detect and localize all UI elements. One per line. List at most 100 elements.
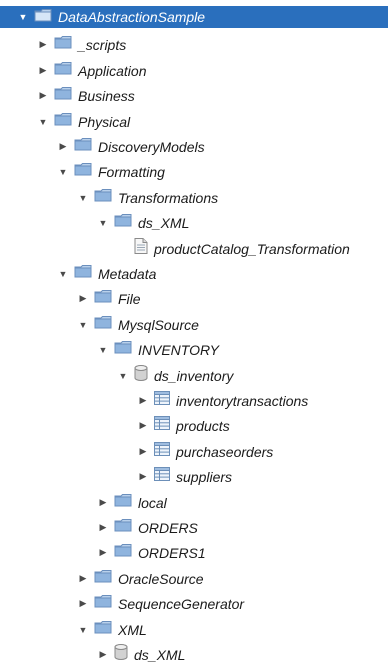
chevron-right-icon[interactable]: ▶ — [78, 293, 88, 304]
tree-node-label: Transformations — [118, 189, 219, 206]
database-icon — [134, 365, 148, 386]
folder-icon — [114, 340, 132, 359]
chevron-down-icon[interactable]: ▼ — [18, 12, 28, 22]
folder-icon — [74, 162, 92, 181]
chevron-down-icon[interactable]: ▼ — [58, 167, 68, 177]
tree-node[interactable]: ▶ local — [0, 490, 167, 515]
chevron-right-icon[interactable]: ▶ — [98, 649, 108, 660]
tree-node[interactable]: ▼ DataAbstractionSample — [0, 6, 388, 28]
folder-icon — [74, 137, 92, 156]
tree-node-label: INVENTORY — [138, 341, 219, 358]
tree-node-label: products — [176, 417, 230, 434]
chevron-down-icon[interactable]: ▼ — [78, 625, 88, 635]
database-icon — [114, 644, 128, 665]
folder-icon — [74, 264, 92, 283]
chevron-right-icon[interactable]: ▶ — [138, 471, 148, 482]
tree-node-label: inventorytransactions — [176, 392, 309, 409]
tree-node-label: ORDERS1 — [138, 544, 206, 561]
table-icon — [154, 442, 170, 461]
tree-node-label: XML — [118, 621, 147, 638]
tree-node[interactable]: ▼ ds_inventory — [0, 363, 233, 388]
chevron-right-icon[interactable]: ▶ — [98, 547, 108, 558]
tree-node[interactable]: ▼ Physical — [0, 109, 130, 134]
chevron-right-icon[interactable]: ▶ — [138, 395, 148, 406]
tree-node-label: Business — [78, 87, 135, 104]
tree-node[interactable]: ▼ INVENTORY — [0, 337, 219, 362]
tree-node[interactable]: ▶ SequenceGenerator — [0, 591, 244, 616]
tree-node[interactable]: ▶ inventorytransactions — [0, 388, 308, 413]
tree-node[interactable]: ▼ XML — [0, 617, 147, 642]
chevron-right-icon[interactable]: ▶ — [38, 65, 48, 76]
chevron-right-icon[interactable]: ▶ — [98, 522, 108, 533]
tree-node[interactable]: ▶ ORDERS — [0, 515, 198, 540]
tree-node[interactable]: productCatalog_Transformation — [0, 236, 350, 261]
tree-node-label: MysqlSource — [118, 316, 199, 333]
tree-node[interactable]: ▶ Business — [0, 83, 135, 108]
chevron-right-icon[interactable]: ▶ — [78, 573, 88, 584]
folder-icon — [94, 315, 112, 334]
chevron-down-icon[interactable]: ▼ — [78, 320, 88, 330]
tree-node[interactable]: ▶ purchaseorders — [0, 439, 273, 464]
folder-icon — [114, 518, 132, 537]
tree-node[interactable]: ▼ MysqlSource — [0, 312, 199, 337]
project-tree: ▼ DataAbstractionSample ▶ _scripts ▶ Applicat… — [0, 0, 388, 666]
tree-node-label: Formatting — [98, 163, 165, 180]
tree-node-label: purchaseorders — [176, 443, 274, 460]
tree-node[interactable]: ▶ DiscoveryModels — [0, 134, 205, 159]
folder-icon — [54, 112, 72, 131]
tree-node-label: productCatalog_Transformation — [154, 240, 350, 257]
tree-node[interactable]: ▶ Application — [0, 58, 147, 83]
tree-node-label: suppliers — [176, 468, 233, 485]
tree-node[interactable]: ▼ Transformations — [0, 185, 218, 210]
tree-node[interactable]: ▶ OracleSource — [0, 566, 204, 591]
tree-node[interactable]: ▶ _scripts — [0, 32, 126, 57]
chevron-right-icon[interactable]: ▶ — [38, 39, 48, 50]
tree-node-label: Physical — [78, 113, 131, 130]
folder-icon — [94, 289, 112, 308]
chevron-right-icon[interactable]: ▶ — [138, 446, 148, 457]
folder-icon — [54, 86, 72, 105]
document-icon — [134, 238, 148, 259]
chevron-down-icon[interactable]: ▼ — [78, 193, 88, 203]
table-icon — [154, 416, 170, 435]
folder-icon — [94, 188, 112, 207]
folder-icon — [114, 213, 132, 232]
chevron-down-icon[interactable]: ▼ — [98, 218, 108, 228]
chevron-down-icon[interactable]: ▼ — [98, 345, 108, 355]
folder-icon — [54, 61, 72, 80]
folder-icon — [94, 594, 112, 613]
chevron-down-icon[interactable]: ▼ — [118, 371, 128, 381]
tree-node-label: File — [118, 290, 141, 307]
table-icon — [154, 391, 170, 410]
chevron-right-icon[interactable]: ▶ — [78, 598, 88, 609]
folder-icon — [34, 8, 52, 27]
tree-node[interactable]: ▼ ds_XML — [0, 210, 189, 235]
chevron-down-icon[interactable]: ▼ — [58, 269, 68, 279]
tree-node[interactable]: ▼ Metadata — [0, 261, 156, 286]
tree-node-label: Metadata — [98, 265, 157, 282]
tree-node[interactable]: ▶ File — [0, 286, 141, 311]
tree-node-label: DataAbstractionSample — [58, 9, 206, 25]
tree-node-label: Application — [78, 62, 147, 79]
chevron-down-icon[interactable]: ▼ — [38, 117, 48, 127]
chevron-right-icon[interactable]: ▶ — [38, 90, 48, 101]
tree-node-label: local — [138, 494, 167, 511]
tree-node-label: ds_XML — [138, 214, 190, 231]
tree-node-label: SequenceGenerator — [118, 595, 245, 612]
chevron-right-icon[interactable]: ▶ — [98, 497, 108, 508]
folder-icon — [94, 569, 112, 588]
tree-node[interactable]: ▶ products — [0, 413, 230, 438]
folder-icon — [54, 35, 72, 54]
tree-node-label: ORDERS — [138, 519, 198, 536]
tree-node[interactable]: ▼ Formatting — [0, 159, 165, 184]
tree-node-label: _scripts — [78, 36, 127, 53]
chevron-right-icon[interactable]: ▶ — [138, 420, 148, 431]
folder-icon — [94, 620, 112, 639]
tree-node[interactable]: ▶ ds_XML — [0, 642, 185, 666]
tree-node[interactable]: ▶ suppliers — [0, 464, 232, 489]
tree-node-label: ds_XML — [134, 646, 186, 663]
tree-node-label: ds_inventory — [154, 367, 234, 384]
chevron-right-icon[interactable]: ▶ — [58, 141, 68, 152]
tree-node[interactable]: ▶ ORDERS1 — [0, 540, 206, 565]
